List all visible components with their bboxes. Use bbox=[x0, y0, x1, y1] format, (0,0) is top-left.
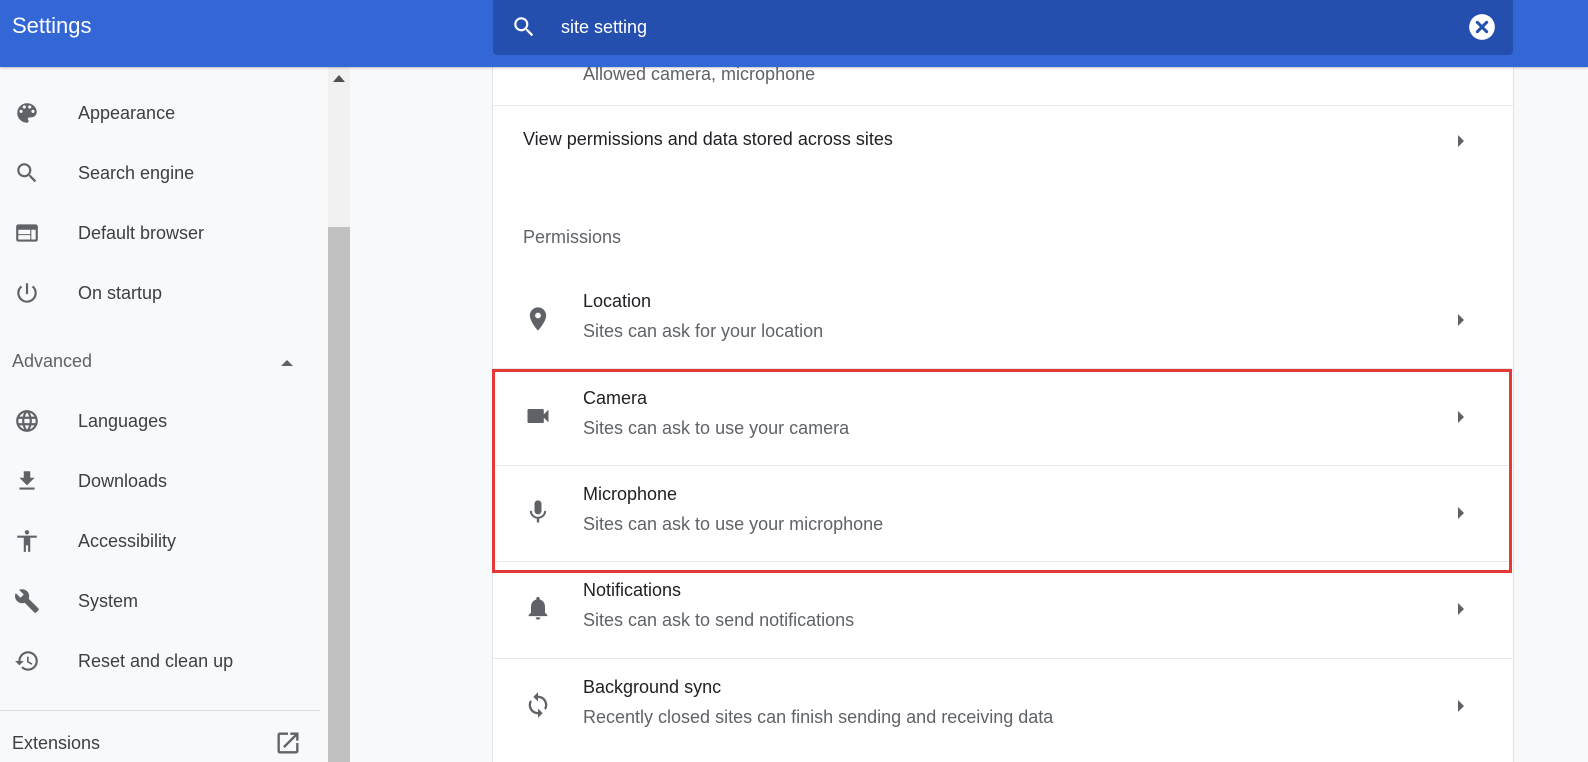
clear-search-icon[interactable] bbox=[1468, 13, 1496, 41]
permission-subtitle: Sites can ask to use your camera bbox=[583, 418, 850, 438]
permission-title: Location bbox=[583, 291, 652, 311]
view-permissions-label: View permissions and data stored across … bbox=[523, 129, 893, 149]
camera-icon bbox=[524, 402, 552, 430]
sidebar-item-label: Accessibility bbox=[78, 530, 177, 551]
search-box[interactable] bbox=[493, 0, 1513, 55]
permissions-section-header: Permissions bbox=[523, 227, 622, 247]
advanced-section-label[interactable]: Advanced bbox=[12, 351, 92, 372]
sidebar-item-languages[interactable]: Languages bbox=[0, 395, 320, 447]
sidebar-divider bbox=[0, 710, 320, 711]
sidebar-item-on-startup[interactable]: On startup bbox=[0, 267, 320, 319]
chevron-right-icon bbox=[1455, 698, 1467, 714]
sidebar-item-label: Reset and clean up bbox=[78, 650, 234, 671]
sidebar-item-label: Default browser bbox=[78, 222, 205, 243]
sidebar-item-label: Appearance bbox=[78, 102, 176, 123]
chevron-right-icon bbox=[1455, 133, 1467, 149]
partial-row-subtitle: Allowed camera, microphone bbox=[583, 64, 816, 84]
chevron-right-icon bbox=[1455, 409, 1467, 425]
site-settings-card: Allowed camera, microphone View permissi… bbox=[493, 64, 1513, 762]
sidebar-item-label: Search engine bbox=[78, 162, 195, 183]
microphone-icon bbox=[524, 498, 552, 526]
sidebar-item-search-engine[interactable]: Search engine bbox=[0, 147, 320, 199]
permission-title: Microphone bbox=[583, 484, 678, 504]
chevron-right-icon bbox=[1455, 312, 1467, 328]
permission-row-notifications[interactable]: Notifications Sites can ask to send noti… bbox=[493, 561, 1513, 657]
chevron-right-icon bbox=[1455, 601, 1467, 617]
sidebar-item-label: System bbox=[78, 590, 139, 611]
history-icon bbox=[13, 647, 41, 675]
sidebar-item-appearance[interactable]: Appearance bbox=[0, 87, 320, 139]
browser-icon bbox=[13, 219, 41, 247]
search-input[interactable] bbox=[561, 12, 1421, 42]
permission-subtitle: Sites can ask for your location bbox=[583, 321, 824, 341]
globe-icon bbox=[13, 407, 41, 435]
sidebar-item-reset[interactable]: Reset and clean up bbox=[0, 635, 320, 687]
permission-row-microphone[interactable]: Microphone Sites can ask to use your mic… bbox=[493, 465, 1513, 561]
scroll-up-arrow-icon[interactable] bbox=[333, 75, 345, 82]
permission-subtitle: Sites can ask to send notifications bbox=[583, 610, 855, 630]
search-icon bbox=[13, 159, 41, 187]
permission-subtitle: Recently closed sites can finish sending… bbox=[583, 707, 1054, 727]
page-title: Settings bbox=[12, 13, 92, 38]
sidebar-scrollbar[interactable] bbox=[328, 67, 350, 762]
sync-icon bbox=[524, 691, 552, 719]
sidebar-item-system[interactable]: System bbox=[0, 575, 320, 627]
chevron-right-icon bbox=[1455, 505, 1467, 521]
permission-title: Background sync bbox=[583, 677, 722, 697]
collapse-arrow-icon[interactable] bbox=[278, 351, 296, 375]
search-icon bbox=[514, 17, 534, 37]
permission-title: Notifications bbox=[583, 580, 682, 600]
sidebar-item-label: Downloads bbox=[78, 470, 168, 491]
power-icon bbox=[13, 279, 41, 307]
sidebar: Appearance Search engine Default browser… bbox=[0, 67, 328, 762]
wrench-icon bbox=[13, 587, 41, 615]
sidebar-item-accessibility[interactable]: Accessibility bbox=[0, 515, 320, 567]
sidebar-item-label: On startup bbox=[78, 282, 163, 303]
permission-row-camera[interactable]: Camera Sites can ask to use your camera bbox=[493, 369, 1513, 465]
location-pin-icon bbox=[524, 305, 552, 333]
permission-subtitle: Sites can ask to use your microphone bbox=[583, 514, 884, 534]
scrollbar-thumb[interactable] bbox=[328, 227, 350, 762]
permission-row-background-sync[interactable]: Background sync Recently closed sites ca… bbox=[493, 658, 1513, 754]
top-header: Settings bbox=[0, 0, 1588, 67]
sidebar-item-label: Languages bbox=[78, 410, 168, 431]
sidebar-item-default-browser[interactable]: Default browser bbox=[0, 207, 320, 259]
sidebar-item-downloads[interactable]: Downloads bbox=[0, 455, 320, 507]
download-icon bbox=[13, 467, 41, 495]
sidebar-item-extensions[interactable]: Extensions bbox=[12, 733, 100, 754]
accessibility-icon bbox=[13, 527, 41, 555]
palette-icon bbox=[13, 99, 41, 127]
bell-icon bbox=[524, 594, 552, 622]
view-permissions-row[interactable]: View permissions and data stored across … bbox=[493, 106, 1513, 176]
permission-row-location[interactable]: Location Sites can ask for your location bbox=[493, 272, 1513, 368]
permission-title: Camera bbox=[583, 388, 648, 408]
open-in-new-icon[interactable] bbox=[274, 729, 302, 757]
